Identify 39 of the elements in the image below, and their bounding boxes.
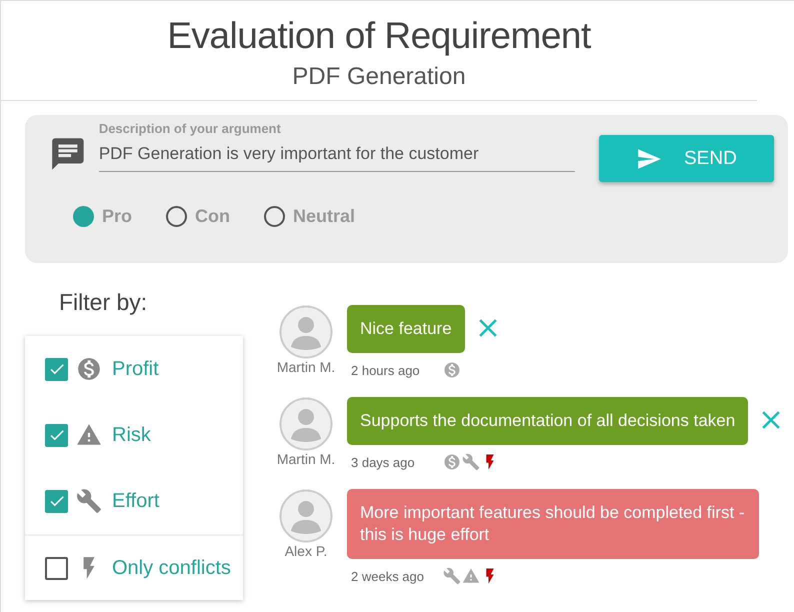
radio-button[interactable] (264, 206, 286, 227)
wrench-icon (76, 488, 102, 514)
page-subtitle: PDF Generation (292, 63, 466, 91)
dollar-icon (443, 453, 461, 471)
checkbox[interactable] (45, 556, 68, 580)
author-name: Martin M. (276, 451, 336, 467)
author-name: Alex P. (284, 543, 328, 559)
avatar-icon (279, 489, 333, 543)
comment-bubble: More important features should be completed first - this is huge effort (347, 489, 759, 559)
radio-label: Pro (102, 206, 132, 227)
comment-time: 2 weeks ago (351, 568, 425, 584)
checkbox[interactable] (45, 424, 68, 446)
dollar-icon (76, 356, 102, 382)
field-label: Description of your argument (98, 121, 282, 136)
page-title: Evaluation of Requirement (167, 15, 591, 57)
filter-label: Only conflicts (112, 556, 231, 580)
filter-label: Effort (112, 490, 160, 512)
checkbox[interactable] (45, 490, 68, 512)
radio-label: Neutral (293, 206, 356, 227)
radio-button[interactable] (166, 206, 188, 227)
argument-input[interactable]: PDF Generation is very important for the customer (98, 136, 575, 172)
wrench-icon (443, 567, 461, 585)
filter-title: Filter by: (59, 289, 148, 316)
avatar-icon (279, 305, 333, 359)
comment-bubble: Supports the documentation of all decisions taken (347, 397, 748, 445)
radio-button[interactable] (73, 206, 94, 227)
wrench-icon (462, 453, 480, 471)
author-name: Martin M. (276, 359, 336, 375)
comment-time: 2 hours ago (351, 362, 421, 378)
avatar-icon (279, 397, 333, 451)
comment-time: 3 days ago (351, 454, 416, 470)
dollar-icon (443, 361, 461, 379)
warning-icon (76, 422, 102, 448)
filter-label: Risk (112, 424, 151, 446)
comment-bubble: Nice feature (347, 305, 465, 353)
radio-label: Con (195, 206, 230, 227)
filter-label: Profit (112, 358, 159, 380)
warning-icon (462, 567, 480, 585)
checkbox[interactable] (45, 358, 68, 380)
